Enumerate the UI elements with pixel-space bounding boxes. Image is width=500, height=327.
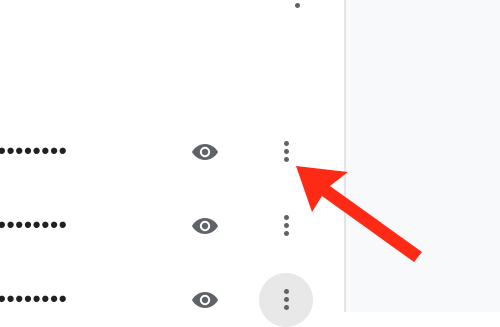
password-value: •••••••• — [0, 138, 68, 163]
more-actions-icon[interactable] — [293, 0, 303, 10]
eye-icon[interactable] — [191, 216, 219, 236]
side-panel — [346, 0, 500, 312]
password-value: •••••••• — [0, 286, 68, 311]
more-actions-icon[interactable] — [282, 140, 292, 164]
more-actions-icon[interactable] — [282, 288, 292, 312]
more-actions-icon[interactable] — [282, 214, 292, 238]
eye-icon[interactable] — [191, 290, 219, 310]
password-value: •••••••• — [0, 212, 68, 237]
eye-icon[interactable] — [191, 142, 219, 162]
